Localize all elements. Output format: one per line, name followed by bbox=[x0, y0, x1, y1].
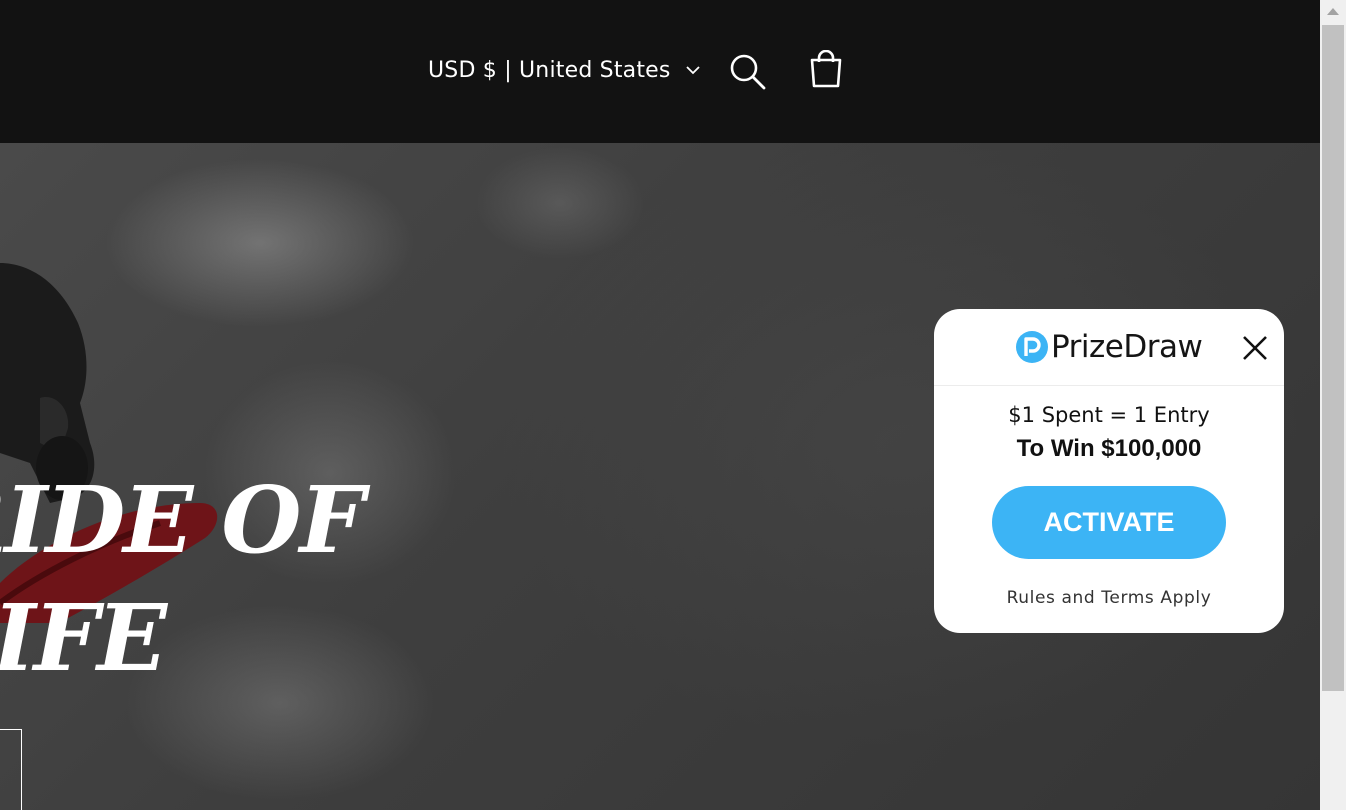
prize-text: To Win $100,000 bbox=[1016, 435, 1202, 462]
prizedraw-logo-icon bbox=[1016, 331, 1048, 363]
scrollbar[interactable] bbox=[1320, 0, 1346, 810]
scroll-up-arrow-icon[interactable] bbox=[1320, 0, 1346, 22]
search-icon[interactable] bbox=[728, 52, 766, 90]
currency-label: USD $ | United States bbox=[428, 57, 671, 83]
brand-name: PrizeDraw bbox=[1051, 329, 1203, 365]
entry-text: $1 Spent = 1 Entry bbox=[1008, 403, 1210, 427]
terms-link[interactable]: Rules and Terms Apply bbox=[934, 588, 1284, 608]
site-header: USD $ | United States bbox=[0, 0, 1320, 143]
currency-selector[interactable]: USD $ | United States bbox=[428, 54, 701, 86]
chevron-down-icon bbox=[685, 66, 700, 75]
scrollbar-thumb[interactable] bbox=[1322, 25, 1344, 691]
hero-cta-button[interactable] bbox=[0, 729, 22, 810]
hero-title: RIDE OF LIFE bbox=[0, 466, 365, 692]
cart-icon[interactable] bbox=[806, 50, 846, 90]
close-icon[interactable] bbox=[1238, 331, 1272, 365]
prizedraw-logo: PrizeDraw bbox=[1015, 329, 1203, 365]
activate-button[interactable]: ACTIVATE bbox=[992, 486, 1226, 559]
popup-header: PrizeDraw bbox=[934, 309, 1284, 386]
prizedraw-popup: PrizeDraw $1 Spent = 1 Entry To Win $100… bbox=[934, 309, 1284, 633]
